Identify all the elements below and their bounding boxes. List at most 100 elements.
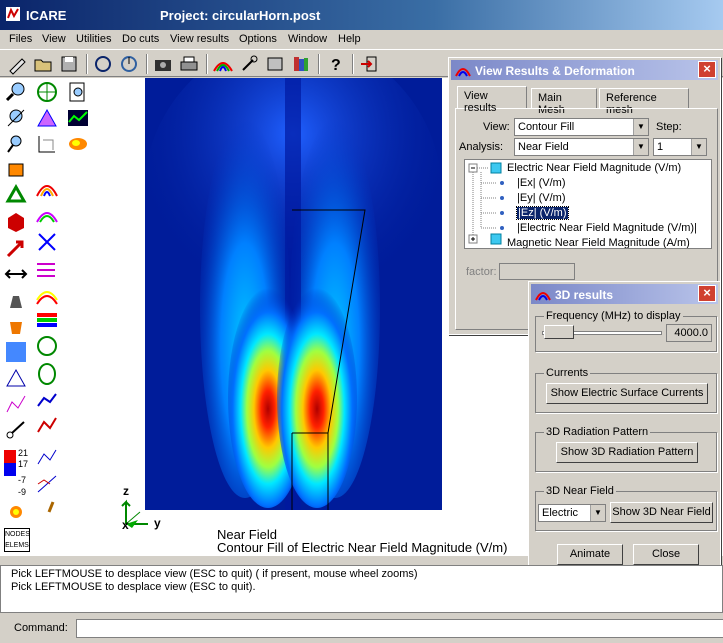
red-shape-icon[interactable] [4, 210, 28, 234]
bucket-icon[interactable] [4, 314, 28, 338]
chevron-down-icon[interactable]: ▼ [691, 139, 706, 155]
tree-item-magnetic[interactable]: Magnetic Near Field Magnitude (A/m) [507, 237, 690, 248]
view-results-titlebar[interactable]: View Results & Deformation × [451, 60, 718, 80]
line-plot-icon[interactable] [35, 388, 59, 412]
camera-icon[interactable] [152, 53, 174, 75]
rainbow-mesh-icon [455, 68, 471, 77]
frequency-slider-thumb[interactable] [544, 325, 574, 339]
chevron-down-icon[interactable]: ▼ [633, 139, 648, 155]
recycle-icon[interactable] [4, 184, 28, 208]
zoom-window-icon[interactable] [4, 106, 28, 130]
printer-icon[interactable] [178, 53, 200, 75]
menu-options[interactable]: Options [239, 33, 277, 45]
tree-item-ez[interactable]: |Ez| (V/m) [516, 206, 569, 220]
view-select-value: Contour Fill [518, 121, 575, 133]
elems-label: ELEMS [5, 542, 29, 549]
menu-window[interactable]: Window [288, 33, 327, 45]
tablet-icon[interactable] [264, 53, 286, 75]
loop-alt-icon[interactable] [118, 53, 140, 75]
menu-files[interactable]: Files [9, 33, 32, 45]
color-bars-icon[interactable] [35, 310, 59, 334]
mesh-sphere-icon[interactable] [35, 80, 59, 104]
tab-view-results[interactable]: View results [457, 86, 527, 114]
factor-label: factor: [466, 266, 497, 278]
step-select[interactable]: 1 ▼ [653, 138, 707, 156]
numbering-icon[interactable] [35, 230, 59, 254]
view-select[interactable]: Contour Fill ▼ [514, 118, 649, 136]
nodes-elems-toggle[interactable]: NODES ELEMS [4, 528, 30, 552]
close-icon[interactable]: × [698, 61, 716, 78]
show-surface-currents-button[interactable]: Show Electric Surface Currents [546, 383, 708, 404]
analysis-label: Analysis: [459, 141, 504, 153]
near-field-contour-plot[interactable] [145, 78, 442, 510]
results-3d-titlebar[interactable]: 3D results × [531, 284, 718, 304]
plot-cut-icon[interactable] [35, 414, 59, 438]
tree-item-ex[interactable]: |Ex| (V/m) [517, 177, 566, 189]
loop-icon[interactable] [92, 53, 114, 75]
step-label: Step: [656, 121, 682, 133]
axis-x-label: x [122, 518, 129, 532]
cylinder-mesh-icon[interactable] [35, 362, 59, 386]
rainbow-lines-icon[interactable] [35, 202, 59, 226]
tab-main-mesh[interactable]: Main Mesh [531, 88, 597, 116]
scatter-plot-icon[interactable] [4, 392, 28, 416]
show-near-field-button[interactable]: Show 3D Near Field [610, 502, 713, 523]
magnify-icon[interactable] [4, 80, 28, 104]
blue-box-icon[interactable] [4, 340, 28, 364]
colored-mesh-icon[interactable] [35, 106, 59, 130]
nodes-label: NODES [5, 531, 30, 538]
status-line-1: Pick LEFTMOUSE to desplace view (ESC to … [11, 568, 418, 580]
arrow-icon[interactable] [4, 236, 28, 260]
magnify-small-icon[interactable] [4, 132, 28, 156]
save-disk-icon[interactable] [58, 53, 80, 75]
chevron-down-icon[interactable]: ▼ [590, 505, 605, 521]
menu-utilities[interactable]: Utilities [76, 33, 111, 45]
rainbow-mesh-icon[interactable] [212, 53, 234, 75]
results-tree[interactable]: Electric Near Field Magnitude (V/m) |Ex|… [464, 159, 712, 249]
rainbow-icon[interactable] [35, 176, 59, 200]
multi-plot-icon[interactable] [35, 446, 59, 470]
color-gradient-icon[interactable] [35, 284, 59, 308]
menu-do-cuts[interactable]: Do cuts [122, 33, 159, 45]
exit-icon[interactable] [358, 53, 380, 75]
nearfield-type-select[interactable]: Electric ▼ [538, 504, 606, 522]
color-burst-icon[interactable] [4, 500, 28, 524]
shape-icon[interactable] [4, 158, 28, 182]
tool-icon[interactable] [238, 53, 260, 75]
books-icon[interactable] [290, 53, 312, 75]
view-results-title: View Results & Deformation [475, 64, 635, 78]
tree-item-ey[interactable]: |Ey| (V/m) [517, 192, 566, 204]
magnify-page-icon[interactable] [66, 80, 90, 104]
analysis-select[interactable]: Near Field ▼ [514, 138, 649, 156]
factor-input[interactable] [499, 263, 575, 280]
command-input[interactable] [76, 619, 723, 638]
triangle-mesh-icon[interactable] [4, 366, 28, 390]
animate-button[interactable]: Animate [557, 544, 623, 565]
scissors-icon[interactable] [4, 418, 28, 442]
open-folder-icon[interactable] [32, 53, 54, 75]
brush-plot-icon[interactable] [35, 498, 59, 522]
lamp-icon[interactable] [4, 288, 28, 312]
tab-reference-mesh[interactable]: Reference mesh [599, 88, 689, 116]
axis-frame-icon[interactable] [35, 132, 59, 156]
help-icon[interactable]: ? [324, 53, 346, 75]
measure-arrows-icon[interactable] [4, 262, 28, 286]
graph-icon[interactable] [66, 106, 90, 130]
frequency-value[interactable]: 4000.0 [666, 324, 712, 342]
icare-logo-icon [6, 7, 20, 21]
pencil-icon[interactable] [6, 53, 28, 75]
menu-help[interactable]: Help [338, 33, 361, 45]
sphere-mesh-icon[interactable] [35, 334, 59, 358]
color-legend-swatch [4, 450, 16, 476]
close-icon[interactable]: × [698, 285, 716, 302]
color-blob-icon[interactable] [66, 132, 90, 156]
close-button[interactable]: Close [633, 544, 699, 565]
chevron-down-icon[interactable]: ▼ [633, 119, 648, 135]
tree-item-magnitude[interactable]: |Electric Near Field Magnitude (V/m)| [517, 222, 697, 234]
menu-view[interactable]: View [42, 33, 66, 45]
menu-view-results[interactable]: View results [170, 33, 229, 45]
show-radiation-pattern-button[interactable]: Show 3D Radiation Pattern [556, 442, 698, 463]
tree-item-electric[interactable]: Electric Near Field Magnitude (V/m) [507, 162, 681, 174]
color-arrows-icon[interactable] [35, 258, 59, 282]
triangle-plot-icon[interactable] [35, 472, 59, 496]
